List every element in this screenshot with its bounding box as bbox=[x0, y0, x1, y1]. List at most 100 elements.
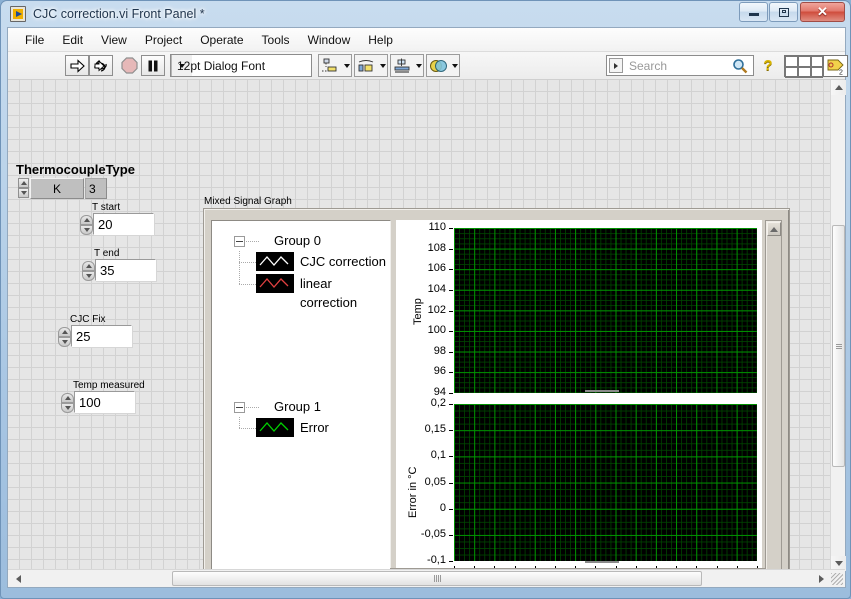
vi-icon[interactable]: 2 bbox=[823, 55, 848, 77]
search-placeholder: Search bbox=[629, 58, 668, 73]
stepper-down-icon[interactable] bbox=[18, 188, 29, 198]
menu-window[interactable]: Window bbox=[299, 30, 360, 50]
front-panel-canvas[interactable]: ThermocoupleType K 3 T start 20 T end 35… bbox=[8, 80, 830, 587]
window-resize-grip[interactable] bbox=[831, 573, 843, 585]
thermocouple-type-value[interactable]: K bbox=[30, 178, 84, 199]
resize-objects-button[interactable] bbox=[390, 54, 424, 77]
maximize-button[interactable] bbox=[769, 2, 798, 22]
plot-legend-tree[interactable]: Group 0 CJC correction linear correction… bbox=[211, 220, 391, 585]
y-tick-label: -0,1 bbox=[427, 554, 446, 566]
legend-group-0-name: Group 0 bbox=[274, 233, 321, 248]
search-options-icon[interactable] bbox=[609, 58, 623, 73]
stepper-down-icon[interactable] bbox=[80, 225, 93, 235]
y-tick-mark bbox=[449, 404, 453, 405]
run-continuously-button[interactable] bbox=[89, 55, 113, 76]
panel-scroll-left-button[interactable] bbox=[10, 571, 26, 587]
stepper-down-icon[interactable] bbox=[61, 403, 74, 413]
search-input[interactable]: Search bbox=[606, 55, 754, 76]
stepper-down-icon[interactable] bbox=[58, 337, 71, 347]
font-selector-value: 12pt Dialog Font bbox=[177, 58, 266, 73]
cjc-fix-stepper[interactable] bbox=[58, 327, 71, 347]
help-button[interactable]: ? bbox=[758, 55, 778, 76]
legend-plot-error[interactable]: Error bbox=[212, 417, 390, 439]
window-title: CJC correction.vi Front Panel * bbox=[33, 7, 205, 21]
collapse-icon[interactable] bbox=[234, 236, 245, 247]
legend-plot-cjc-correction[interactable]: CJC correction bbox=[212, 251, 390, 273]
t-start-stepper[interactable] bbox=[80, 215, 93, 235]
graph-scroll-up-button[interactable] bbox=[767, 222, 781, 236]
stepper-up-icon[interactable] bbox=[58, 327, 71, 337]
plot-color-swatch-green[interactable] bbox=[256, 418, 294, 437]
menu-operate[interactable]: Operate bbox=[191, 30, 252, 50]
reorder-objects-button[interactable] bbox=[426, 54, 460, 77]
pause-button[interactable] bbox=[141, 55, 165, 76]
front-panel-scroll-region: ThermocoupleType K 3 T start 20 T end 35… bbox=[8, 80, 845, 587]
stepper-up-icon[interactable] bbox=[61, 393, 74, 403]
panel-horizontal-scrollbar[interactable] bbox=[8, 569, 845, 587]
run-continuously-icon bbox=[94, 59, 107, 72]
mixed-signal-graph-label: Mixed Signal Graph bbox=[204, 196, 292, 207]
stepper-down-icon[interactable] bbox=[82, 271, 95, 281]
plot-divider-handle-top[interactable] bbox=[585, 390, 619, 392]
cjc-fix-input[interactable]: 25 bbox=[71, 325, 132, 347]
t-end-stepper[interactable] bbox=[82, 261, 95, 281]
y-tick-mark bbox=[449, 430, 453, 432]
application-window: CJC correction.vi Front Panel * ✕ File E… bbox=[0, 0, 851, 599]
legend-plot-linear-correction[interactable]: linear correction bbox=[212, 273, 390, 310]
run-button[interactable] bbox=[65, 55, 89, 76]
y-tick-label: 102 bbox=[427, 303, 446, 316]
panel-hscroll-thumb[interactable] bbox=[172, 571, 702, 586]
collapse-icon[interactable] bbox=[234, 402, 245, 413]
y-tick-mark bbox=[449, 331, 453, 333]
y-tick-label: -0,05 bbox=[420, 527, 446, 540]
legend-group-1[interactable]: Group 1 bbox=[212, 399, 390, 417]
distribute-objects-button[interactable] bbox=[354, 54, 388, 77]
panel-vertical-scrollbar[interactable] bbox=[830, 80, 846, 571]
y-tick-label: 110 bbox=[428, 221, 446, 233]
temp-measured-stepper[interactable] bbox=[61, 393, 74, 413]
plot-color-swatch-red[interactable] bbox=[256, 274, 294, 293]
legend-group-0[interactable]: Group 0 bbox=[212, 233, 390, 251]
legend-group-1-name: Group 1 bbox=[274, 399, 321, 414]
thermocouple-type-index[interactable]: 3 bbox=[85, 178, 107, 199]
stepper-up-icon[interactable] bbox=[18, 178, 29, 188]
y-tick-label: 0,05 bbox=[424, 475, 446, 488]
menu-view[interactable]: View bbox=[92, 30, 136, 50]
plot-color-swatch-white[interactable] bbox=[256, 252, 294, 271]
stepper-up-icon[interactable] bbox=[82, 261, 95, 271]
menu-project[interactable]: Project bbox=[136, 30, 191, 50]
abort-button[interactable] bbox=[118, 55, 141, 76]
y-tick-label: 0 bbox=[439, 501, 446, 514]
menu-tools[interactable]: Tools bbox=[253, 30, 299, 50]
abort-execution-icon bbox=[121, 57, 138, 74]
close-button[interactable]: ✕ bbox=[800, 2, 845, 22]
panel-scroll-up-button[interactable] bbox=[831, 80, 846, 95]
y-tick-mark bbox=[449, 248, 453, 250]
connector-pane[interactable] bbox=[784, 55, 824, 78]
graph-vertical-scrollbar[interactable] bbox=[765, 220, 782, 585]
y-tick-mark bbox=[449, 508, 453, 510]
menu-edit[interactable]: Edit bbox=[53, 30, 92, 50]
font-selector[interactable]: 12pt Dialog Font bbox=[170, 54, 312, 77]
magnifier-icon[interactable] bbox=[732, 58, 748, 74]
thermocouple-type-label: ThermocoupleType bbox=[16, 162, 135, 177]
align-objects-button[interactable] bbox=[318, 54, 352, 77]
thermocouple-type-stepper[interactable] bbox=[18, 178, 29, 199]
panel-vscroll-thumb[interactable] bbox=[832, 225, 845, 467]
y-tick-label: 98 bbox=[433, 344, 446, 357]
legend-plot-2-name: Error bbox=[300, 420, 329, 435]
minimize-button[interactable] bbox=[739, 2, 768, 22]
close-icon: ✕ bbox=[817, 4, 828, 19]
y-tick-label: 108 bbox=[427, 241, 446, 254]
temp-measured-input[interactable]: 100 bbox=[74, 391, 135, 413]
t-end-input[interactable]: 35 bbox=[95, 259, 156, 281]
menu-file[interactable]: File bbox=[16, 30, 53, 50]
plot-divider-handle-bottom[interactable] bbox=[585, 561, 619, 563]
stepper-up-icon[interactable] bbox=[80, 215, 93, 225]
distribute-objects-icon bbox=[358, 59, 373, 71]
y-tick-mark bbox=[449, 289, 453, 291]
menu-help[interactable]: Help bbox=[359, 30, 402, 50]
panel-scroll-right-button[interactable] bbox=[813, 571, 829, 587]
t-start-input[interactable]: 20 bbox=[93, 213, 154, 235]
y-tick-mark bbox=[449, 456, 453, 458]
